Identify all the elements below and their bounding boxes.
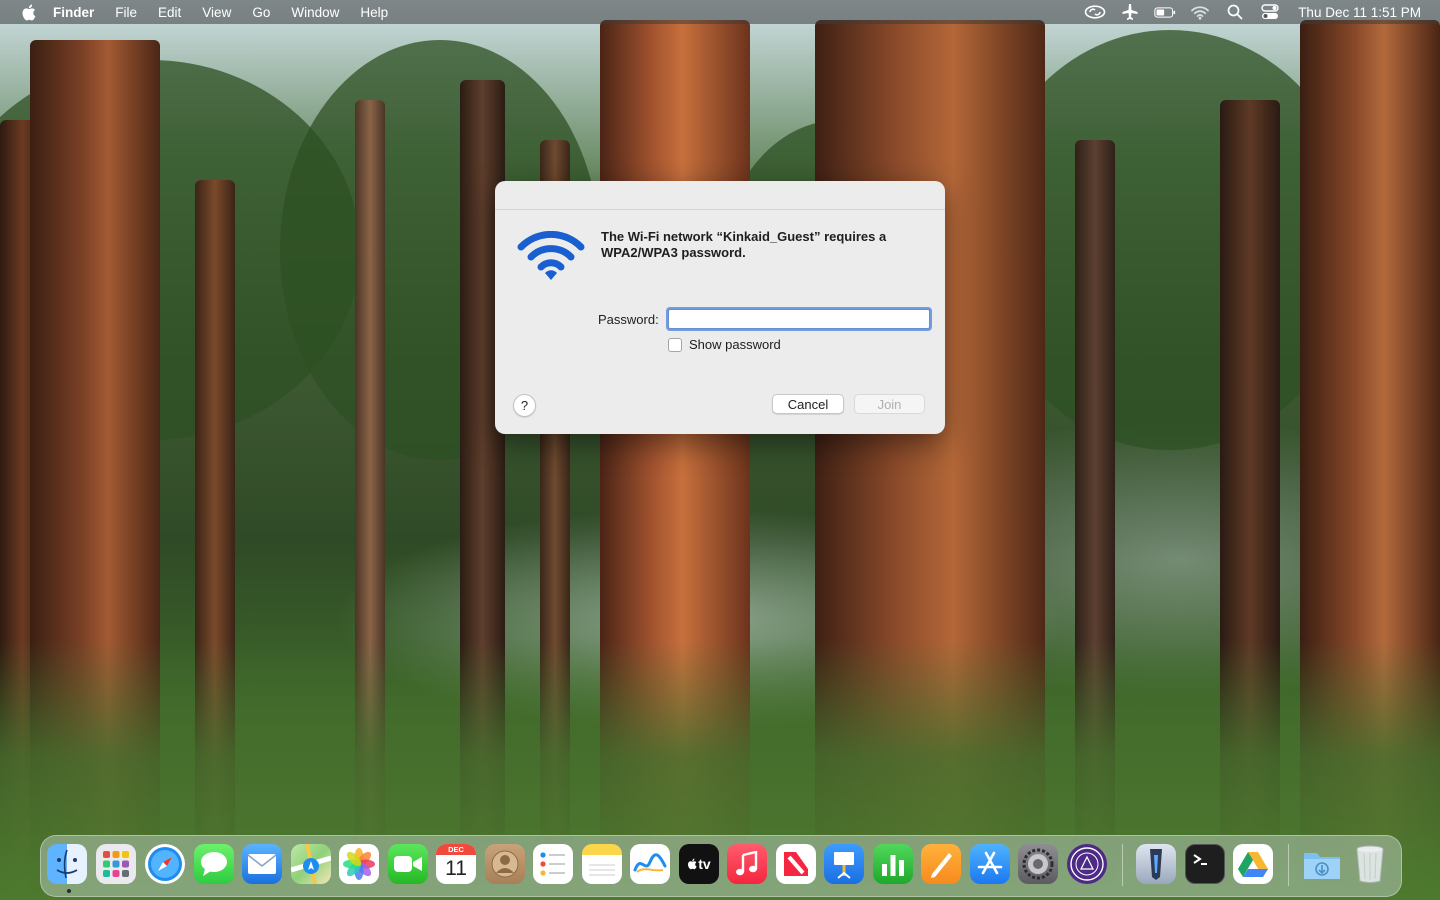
dock-appstore-icon[interactable] [970, 844, 1010, 884]
show-password-label: Show password [689, 337, 781, 352]
dock-contacts-icon[interactable] [485, 844, 525, 884]
dock: DEC 11 tv [40, 835, 1402, 897]
dialog-titlebar[interactable] [495, 181, 945, 210]
menu-file[interactable]: File [115, 5, 137, 20]
dock-finder-icon[interactable] [47, 844, 87, 884]
dock-xcode-icon[interactable] [1136, 844, 1176, 884]
show-password-checkbox[interactable]: Show password [668, 337, 781, 352]
dock-system-settings-icon[interactable] [1018, 844, 1058, 884]
dock-keynote-icon[interactable] [824, 844, 864, 884]
password-input[interactable] [666, 307, 932, 331]
dock-safari-icon[interactable] [145, 844, 185, 884]
dock-appletv-icon[interactable]: tv [679, 844, 719, 884]
menu-edit[interactable]: Edit [158, 5, 181, 20]
join-button[interactable]: Join [854, 394, 925, 414]
menu-view[interactable]: View [202, 5, 231, 20]
calendar-day: 11 [445, 857, 467, 880]
help-button[interactable]: ? [513, 394, 536, 417]
dock-numbers-icon[interactable] [873, 844, 913, 884]
dock-mail-icon[interactable] [242, 844, 282, 884]
dock-pages-icon[interactable] [921, 844, 961, 884]
menu-help[interactable]: Help [360, 5, 388, 20]
calendar-month: DEC [436, 844, 476, 855]
dock-reminders-icon[interactable] [533, 844, 573, 884]
checkbox-box[interactable] [668, 337, 682, 352]
dock-maps-icon[interactable] [291, 844, 331, 884]
airplane-icon[interactable] [1119, 3, 1141, 21]
dock-school-app-icon[interactable] [1067, 844, 1107, 884]
dock-terminal-icon[interactable] [1185, 844, 1225, 884]
menubar-clock[interactable]: Thu Dec 11 1:51 PM [1298, 5, 1421, 20]
dock-news-icon[interactable] [776, 844, 816, 884]
apple-menu-icon[interactable] [19, 3, 37, 21]
dock-notes-icon[interactable] [582, 844, 622, 884]
menu-app-finder[interactable]: Finder [53, 5, 94, 20]
battery-icon[interactable] [1154, 3, 1176, 21]
dock-music-icon[interactable] [727, 844, 767, 884]
dock-freeform-icon[interactable] [630, 844, 670, 884]
wifi-password-dialog: The Wi-Fi network “Kinkaid_Guest” requir… [495, 181, 945, 434]
spotlight-search-icon[interactable] [1224, 3, 1246, 21]
dock-separator [1288, 844, 1289, 886]
wifi-large-icon [517, 230, 585, 281]
menu-bar: Finder File Edit View Go Window Help Thu… [0, 0, 1440, 24]
dock-downloads-folder-icon[interactable] [1302, 844, 1342, 884]
dock-trash-icon[interactable] [1350, 844, 1390, 884]
wifi-icon[interactable] [1189, 3, 1211, 21]
dock-photos-icon[interactable] [339, 844, 379, 884]
dock-launchpad-icon[interactable] [96, 844, 136, 884]
dock-facetime-icon[interactable] [388, 844, 428, 884]
password-label: Password: [598, 312, 659, 327]
dock-messages-icon[interactable] [194, 844, 234, 884]
dock-calendar-icon[interactable]: DEC 11 [436, 844, 476, 884]
desktop-wallpaper [0, 0, 1440, 900]
menu-window[interactable]: Window [291, 5, 339, 20]
cancel-button[interactable]: Cancel [772, 394, 844, 414]
menu-go[interactable]: Go [252, 5, 270, 20]
running-indicator [67, 889, 71, 893]
dock-google-drive-icon[interactable] [1233, 844, 1273, 884]
control-center-icon[interactable] [1259, 3, 1281, 21]
appletv-label: tv [698, 856, 711, 872]
dialog-message: The Wi-Fi network “Kinkaid_Guest” requir… [601, 229, 887, 260]
creative-cloud-icon[interactable] [1084, 3, 1106, 21]
dock-separator [1122, 844, 1123, 886]
